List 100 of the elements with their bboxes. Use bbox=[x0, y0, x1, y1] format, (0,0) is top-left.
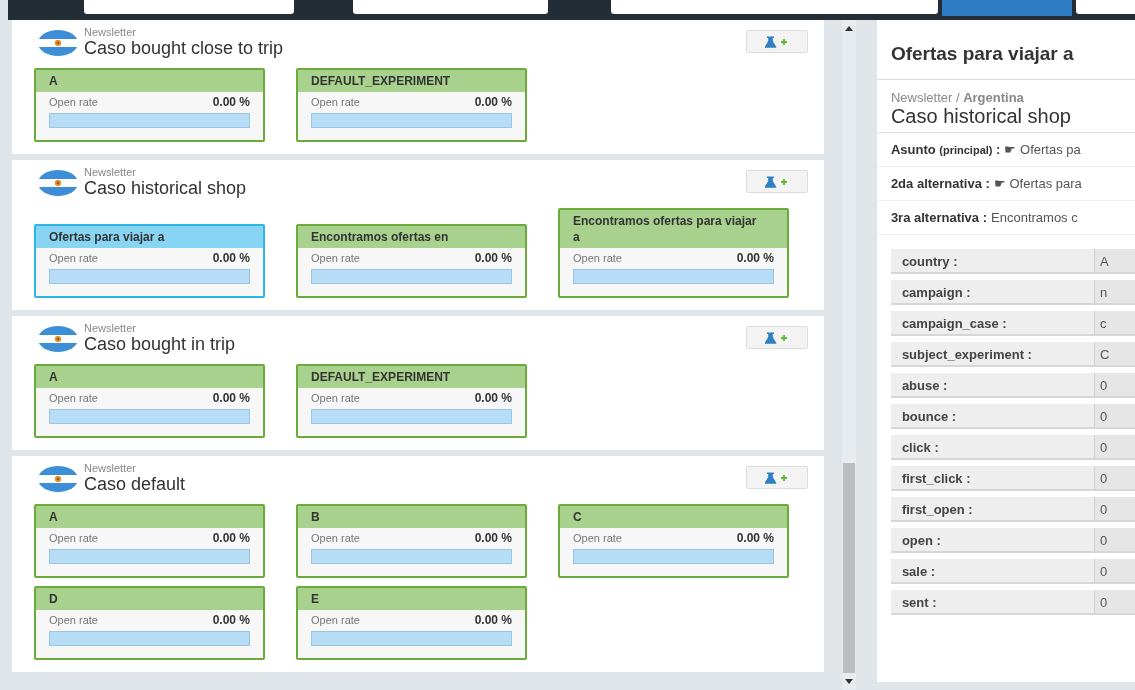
variant-name: Encontramos ofertas para viajar a bbox=[573, 213, 758, 245]
scroll-down-icon[interactable] bbox=[844, 679, 853, 684]
variant-card[interactable]: DEFAULT_EXPERIMENT Open rate 0.00 % bbox=[296, 364, 527, 438]
case-title: Caso historical shop bbox=[890, 105, 1072, 128]
field-label: abuse : bbox=[890, 373, 1094, 398]
variant-card[interactable]: A Open rate 0.00 % bbox=[34, 364, 265, 438]
subject-label: 2da alternativa : bbox=[890, 176, 990, 191]
variant-name: C bbox=[573, 509, 582, 525]
add-experiment-button[interactable] bbox=[746, 170, 808, 193]
metric-label: Open rate bbox=[49, 532, 98, 544]
field-value: 0 bbox=[1093, 590, 1135, 615]
metric-label: Open rate bbox=[49, 614, 98, 626]
subject-value: ☛ Ofertas pa bbox=[1004, 142, 1081, 157]
field-value: 0 bbox=[1093, 435, 1135, 460]
subject-label: 3ra alternativa : bbox=[890, 210, 987, 225]
variant-card[interactable]: B Open rate 0.00 % bbox=[296, 504, 527, 578]
flask-plus-icon bbox=[765, 35, 789, 48]
variant-card[interactable]: Ofertas para viajar a Open rate 0.00 % bbox=[34, 224, 265, 298]
metric-value: 0.00 % bbox=[212, 391, 250, 405]
metric-label: Open rate bbox=[573, 532, 622, 544]
case-title: Caso historical shop bbox=[84, 178, 248, 198]
variant-name: E bbox=[311, 591, 319, 607]
variant-name: A bbox=[49, 73, 58, 89]
scrollbar[interactable] bbox=[842, 20, 856, 690]
metric-label: Open rate bbox=[311, 614, 360, 626]
variant-name: Encontramos ofertas en bbox=[311, 229, 449, 245]
variant-name: DEFAULT_EXPERIMENT bbox=[311, 73, 451, 89]
field-label: campaign_case : bbox=[890, 311, 1094, 336]
field-value: 0 bbox=[1093, 466, 1135, 491]
scroll-up-icon[interactable] bbox=[844, 26, 853, 31]
flag-icon bbox=[38, 170, 78, 196]
metric-label: Open rate bbox=[311, 96, 360, 108]
input-field[interactable] bbox=[611, 0, 938, 14]
input-field[interactable] bbox=[1076, 0, 1135, 14]
variant-name: B bbox=[311, 509, 320, 525]
variant-card[interactable]: Encontramos ofertas para viajar a Open rate 0.00 % bbox=[558, 208, 789, 298]
case-title: Caso bought in trip bbox=[84, 334, 237, 354]
flask-plus-icon bbox=[765, 175, 789, 188]
variant-name: A bbox=[49, 369, 58, 385]
case-title: Caso bought close to trip bbox=[84, 38, 285, 58]
field-label: subject_experiment : bbox=[890, 342, 1094, 367]
metric-value: 0.00 % bbox=[474, 613, 512, 627]
metric-value: 0.00 % bbox=[212, 251, 250, 265]
metric-value: 0.00 % bbox=[474, 95, 512, 109]
metric-value: 0.00 % bbox=[736, 251, 774, 265]
add-experiment-button[interactable] bbox=[746, 466, 808, 489]
metric-label: Open rate bbox=[49, 252, 98, 264]
category-label: Newsletter bbox=[84, 462, 137, 474]
field-value: 0 bbox=[1093, 528, 1135, 553]
case-title: Caso default bbox=[84, 474, 187, 494]
field-value: C bbox=[1093, 342, 1135, 367]
subject-value: Encontramos c bbox=[991, 210, 1078, 225]
variant-name: A bbox=[49, 509, 58, 525]
variant-card[interactable]: D Open rate 0.00 % bbox=[34, 586, 265, 660]
field-value: 0 bbox=[1093, 373, 1135, 398]
flask-plus-icon bbox=[765, 471, 789, 484]
metric-value: 0.00 % bbox=[212, 531, 250, 545]
field-label: bounce : bbox=[890, 404, 1094, 429]
field-value: A bbox=[1093, 249, 1135, 274]
variant-name: DEFAULT_EXPERIMENT bbox=[311, 369, 451, 385]
subject-value: ☛ Ofertas para bbox=[993, 176, 1082, 191]
variant-card[interactable]: C Open rate 0.00 % bbox=[558, 504, 789, 578]
metric-label: Open rate bbox=[311, 392, 360, 404]
metric-label: Open rate bbox=[311, 532, 360, 544]
flag-icon bbox=[38, 466, 78, 492]
flask-plus-icon bbox=[765, 331, 789, 344]
metric-label: Open rate bbox=[49, 96, 98, 108]
flag-icon bbox=[38, 30, 78, 56]
input-field[interactable] bbox=[353, 0, 548, 14]
variant-card[interactable]: DEFAULT_EXPERIMENT Open rate 0.00 % bbox=[296, 68, 527, 142]
variant-card[interactable]: E Open rate 0.00 % bbox=[296, 586, 527, 660]
metric-value: 0.00 % bbox=[736, 531, 774, 545]
field-label: open : bbox=[890, 528, 1094, 553]
metric-value: 0.00 % bbox=[474, 391, 512, 405]
input-field[interactable] bbox=[84, 0, 294, 14]
field-label: first_open : bbox=[890, 497, 1094, 522]
field-label: first_click : bbox=[890, 466, 1094, 491]
add-experiment-button[interactable] bbox=[746, 326, 808, 349]
add-experiment-button[interactable] bbox=[746, 30, 808, 53]
field-value: 0 bbox=[1093, 497, 1135, 522]
field-label: sent : bbox=[890, 590, 1094, 615]
metric-label: Open rate bbox=[49, 392, 98, 404]
category-label: Newsletter bbox=[84, 26, 137, 38]
category-label: Newsletter bbox=[84, 166, 137, 178]
variant-card[interactable]: A Open rate 0.00 % bbox=[34, 504, 265, 578]
field-value: 0 bbox=[1093, 559, 1135, 584]
variant-card[interactable]: A Open rate 0.00 % bbox=[34, 68, 265, 142]
metric-value: 0.00 % bbox=[474, 531, 512, 545]
toolbar-button[interactable] bbox=[942, 0, 1072, 16]
metric-value: 0.00 % bbox=[474, 251, 512, 265]
field-label: country : bbox=[890, 249, 1094, 274]
variant-card[interactable]: Encontramos ofertas en Open rate 0.00 % bbox=[296, 224, 527, 298]
metric-label: Open rate bbox=[311, 252, 360, 264]
flag-icon bbox=[38, 326, 78, 352]
field-label: campaign : bbox=[890, 280, 1094, 305]
field-value: n bbox=[1093, 280, 1135, 305]
breadcrumb: Newsletter / Argentina bbox=[890, 90, 1025, 105]
field-value: 0 bbox=[1093, 404, 1135, 429]
scrollbar-thumb[interactable] bbox=[842, 463, 855, 673]
detail-title: Ofertas para viajar a bbox=[876, 20, 1135, 80]
